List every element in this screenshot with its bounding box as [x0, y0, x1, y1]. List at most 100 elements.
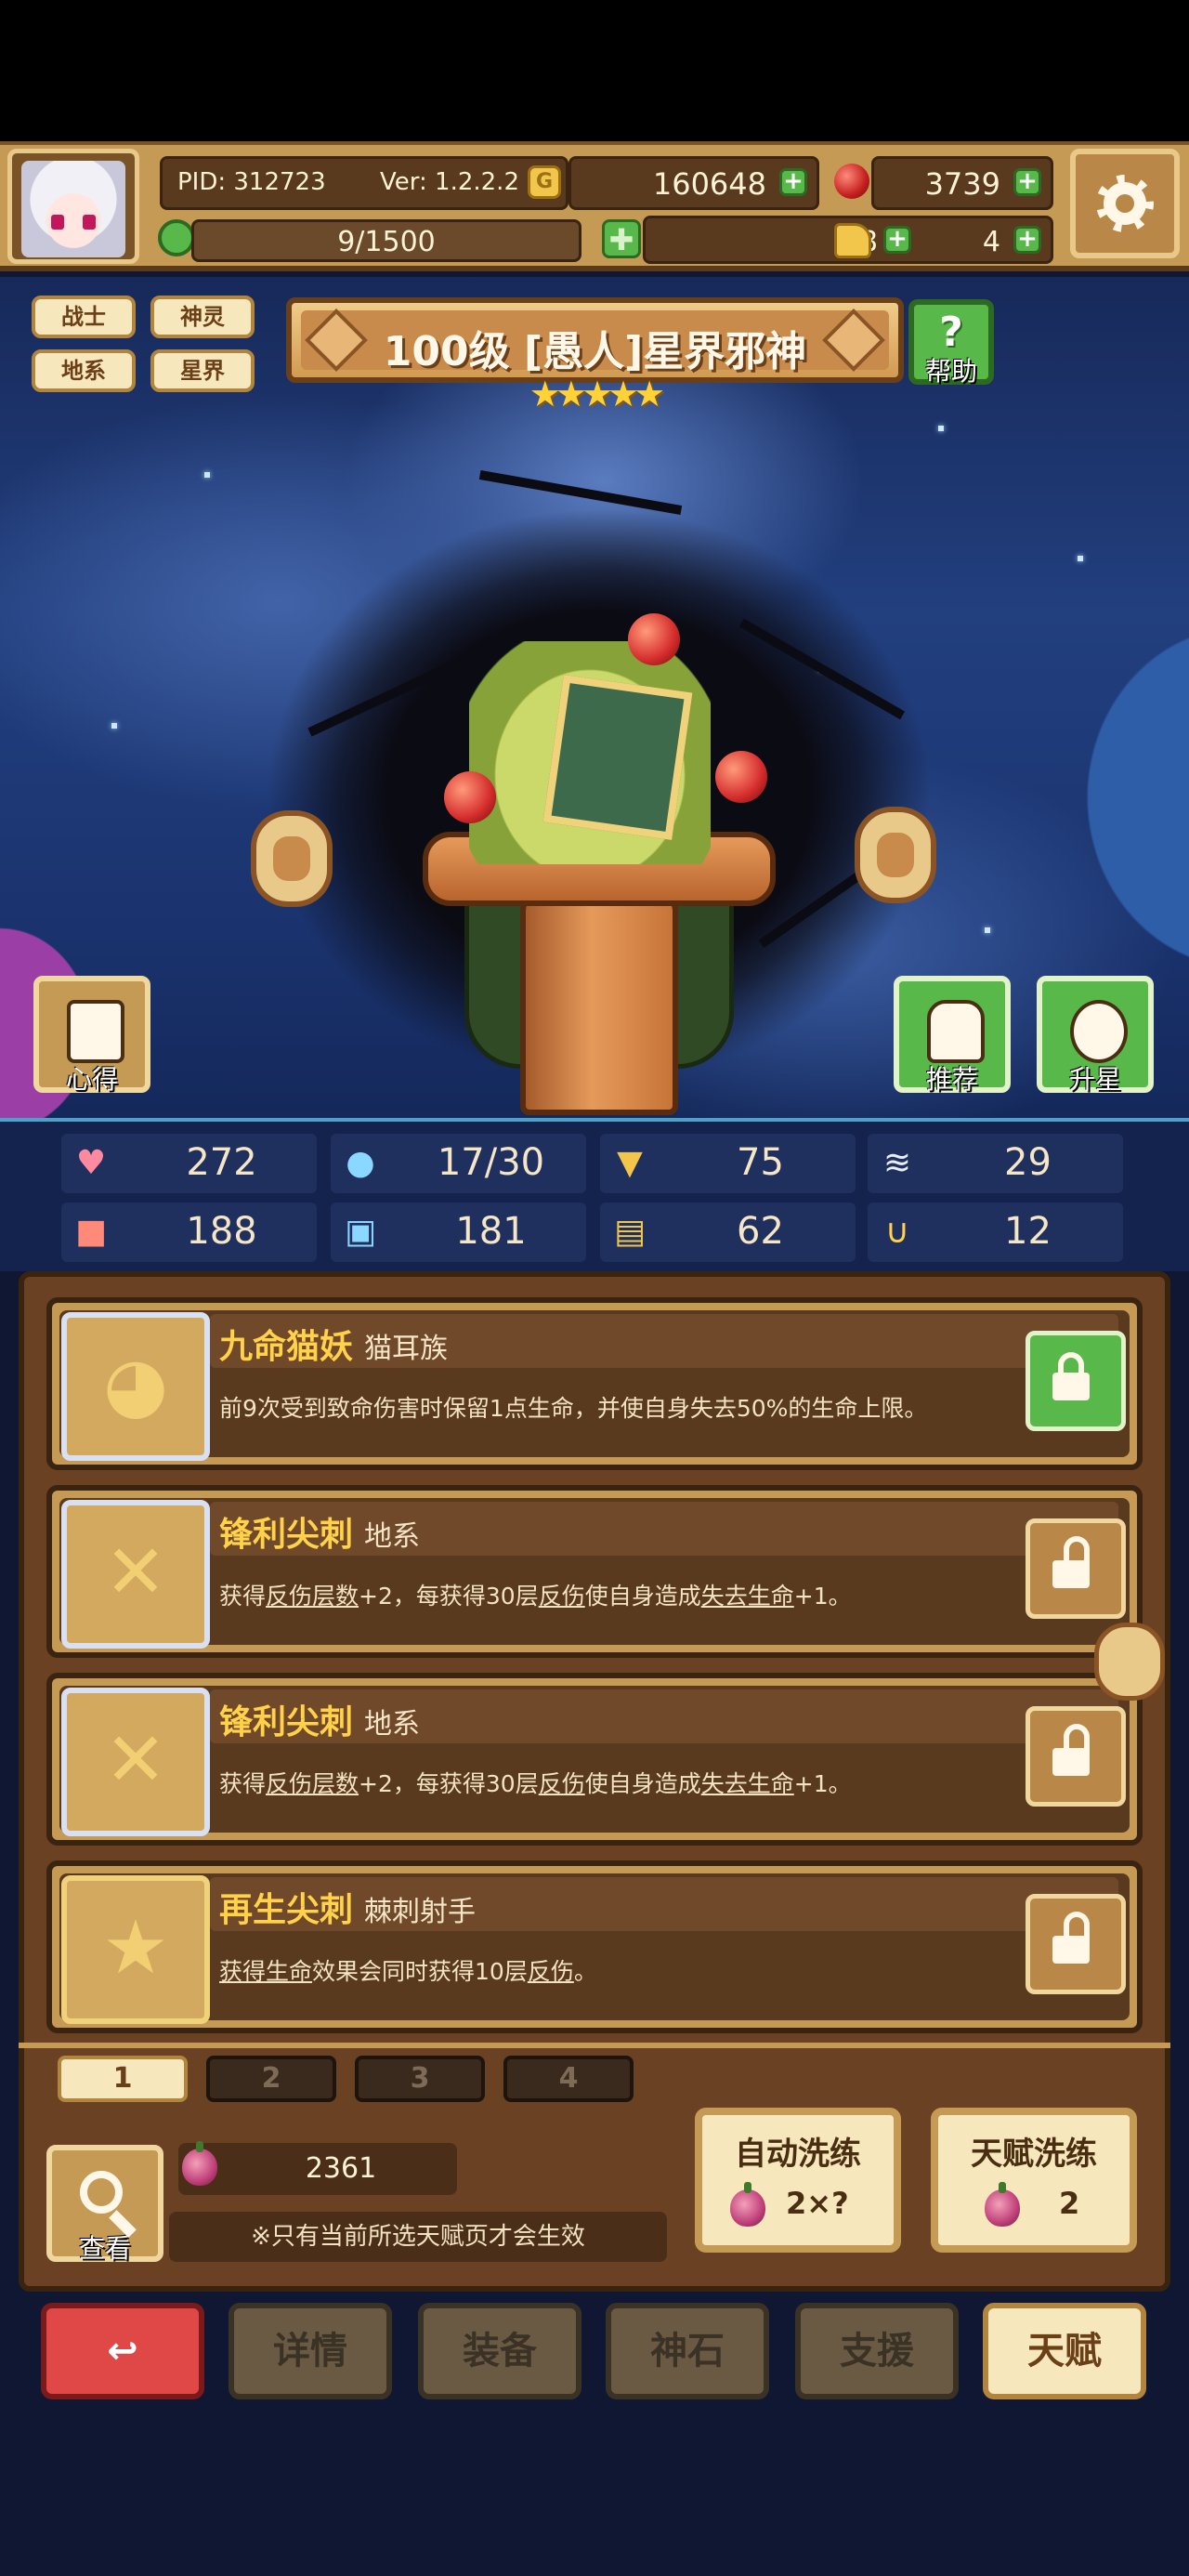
wing-icon: ≋	[882, 1144, 912, 1182]
fist-icon: ■	[74, 1213, 107, 1251]
notes-icon	[67, 1000, 124, 1063]
talent-name: 再生尖刺 棘刺射手	[219, 1883, 476, 1931]
talent-refine-button[interactable]: 天赋洗练 2	[931, 2108, 1137, 2253]
keyword-link[interactable]: 反伤层数	[266, 1770, 359, 1797]
lock-toggle-button[interactable]	[1026, 1706, 1126, 1807]
add-key-button[interactable]: +	[1013, 226, 1041, 254]
talent-refine-cost: 2	[1059, 2186, 1080, 2221]
talent-name-text: 锋利尖刺	[219, 1703, 354, 1741]
help-label: 帮助	[924, 356, 977, 387]
thumbs-up-icon	[927, 1000, 985, 1063]
fruit-count: 2361	[305, 2152, 377, 2185]
scroll-icon: ▤	[613, 1213, 646, 1251]
inspect-button[interactable]: 查看	[46, 2145, 163, 2264]
recommend-button[interactable]: 推荐	[894, 976, 1011, 1095]
sparkle	[111, 723, 117, 729]
previous-hero-button[interactable]	[251, 810, 333, 907]
gear-icon	[1096, 175, 1154, 232]
talent-card[interactable]: ✕ 锋利尖刺 地系 获得反伤层数+2，每获得30层反伤使自身造成失去生命+1。	[46, 1485, 1143, 1658]
sparkle	[938, 426, 944, 431]
tag-warrior: 战士	[32, 296, 136, 338]
talent-description: 获得反伤层数+2，每获得30层反伤使自身造成失去生命+1。	[219, 1766, 998, 1799]
red-gem-icon	[834, 164, 869, 199]
desc-part: 使自身造成	[584, 1583, 701, 1610]
tabs-divider	[19, 2043, 1170, 2048]
talent-card[interactable]: ★ 再生尖刺 棘刺射手 获得生命效果会同时获得10层反伤。	[46, 1860, 1143, 2033]
lock-toggle-button[interactable]	[1026, 1518, 1126, 1619]
stat-mana: ● 17/30	[331, 1134, 586, 1193]
mana-value: 17/30	[437, 1141, 545, 1184]
talent-page-tab-3[interactable]: 3	[355, 2056, 485, 2102]
boss-portrait-frame	[542, 675, 693, 840]
lock-body	[1052, 1560, 1090, 1588]
version-text: Ver: 1.2.2.2	[380, 168, 519, 196]
back-button[interactable]: ↩	[41, 2303, 204, 2399]
next-hero-button[interactable]	[855, 807, 936, 903]
talent-name-text: 九命猫妖	[219, 1328, 354, 1366]
hp-value: 272	[186, 1141, 257, 1184]
magnifier-icon	[80, 2171, 123, 2214]
fruit-count-panel: 2361	[178, 2141, 457, 2195]
add-clover-button[interactable]: +	[883, 226, 911, 254]
auto-refine-cost: 2×?	[786, 2186, 849, 2221]
keyword-link[interactable]: 失去生命	[701, 1770, 794, 1797]
talent-page-tab-2[interactable]: 2	[206, 2056, 336, 2102]
status-area	[0, 0, 1189, 141]
cat-glyph: ◕	[103, 1341, 168, 1427]
crack	[307, 657, 464, 737]
keyword-link[interactable]: 反伤	[528, 1958, 574, 1985]
avatar-face	[21, 161, 125, 257]
talent-page-tab-4[interactable]: 4	[503, 2056, 634, 2102]
nav-talent[interactable]: 天赋	[983, 2303, 1146, 2399]
sparkle	[204, 472, 210, 478]
nav-godstone[interactable]: 神石	[606, 2303, 769, 2399]
lock-toggle-button[interactable]	[1026, 1894, 1126, 1994]
xinde-button[interactable]: 心得	[33, 976, 150, 1095]
attack-value: 188	[186, 1210, 257, 1253]
spikes-glyph: ✕	[104, 1529, 167, 1615]
talent-name-text: 再生尖刺	[219, 1891, 354, 1929]
lock-body	[1052, 1936, 1090, 1964]
sparkle	[985, 927, 990, 933]
keyword-link[interactable]: 反伤	[539, 1770, 585, 1797]
add-gold-button[interactable]: +	[779, 168, 807, 196]
keyword-link[interactable]: 反伤层数	[266, 1583, 359, 1610]
spellbook-icon: ▣	[344, 1213, 376, 1251]
energy-value: 9/1500	[337, 226, 436, 258]
desc-part: 。	[573, 1958, 597, 1985]
auto-refine-button[interactable]: 自动洗练 2×?	[695, 2108, 901, 2253]
tag-astral: 星界	[150, 349, 255, 392]
talent-page-notice: ※只有当前所选天赋页才会生效	[169, 2212, 667, 2262]
talent-description: 获得反伤层数+2，每获得30层反伤使自身造成失去生命+1。	[219, 1578, 998, 1611]
hero-title: 100级 [愚人]星界邪神	[383, 328, 807, 375]
heart-icon: ♥	[75, 1144, 107, 1182]
stat-armor: ▼ 75	[600, 1134, 856, 1193]
nav-equipment[interactable]: 装备	[418, 2303, 581, 2399]
keyword-link[interactable]: 失去生命	[701, 1583, 794, 1610]
talent-card[interactable]: ✕ 锋利尖刺 地系 获得反伤层数+2，每获得30层反伤使自身造成失去生命+1。	[46, 1673, 1143, 1846]
nav-support[interactable]: 支援	[795, 2303, 959, 2399]
add-gem-button[interactable]: +	[1013, 168, 1041, 196]
upgrade-star-button[interactable]: 升星	[1037, 976, 1154, 1095]
luck-value: 12	[1004, 1210, 1052, 1253]
desc-part: +2，每获得30层	[359, 1770, 539, 1797]
upgrade-label: 升星	[1068, 1064, 1121, 1095]
talent-page-tab-1[interactable]: 1	[58, 2056, 188, 2102]
desc-part: 获得	[219, 1770, 267, 1797]
talent-refine-label: 天赋洗练	[971, 2136, 1097, 2173]
gold-panel: 160648 +	[568, 156, 819, 210]
magic-value: 181	[455, 1210, 527, 1253]
player-avatar[interactable]	[7, 149, 139, 264]
expand-arrow-button[interactable]	[1094, 1623, 1165, 1701]
talent-card[interactable]: ◕ 九命猫妖 猫耳族 前9次受到致命伤害时保留1点生命，并使自身失去50%的生命上…	[46, 1297, 1143, 1470]
keyword-link[interactable]: 获得生命	[219, 1958, 312, 1985]
lock-toggle-button[interactable]	[1026, 1331, 1126, 1431]
keyword-link[interactable]: 反伤	[539, 1583, 585, 1610]
desc-part: +1。	[793, 1770, 852, 1797]
stat-speed: ≋ 29	[868, 1134, 1123, 1193]
talent-header: 再生尖刺 棘刺射手	[210, 1877, 1118, 1931]
help-button[interactable]: ? 帮助	[908, 299, 994, 387]
settings-button[interactable]	[1070, 149, 1180, 258]
desc-part: 使自身造成	[584, 1770, 701, 1797]
nav-details[interactable]: 详情	[229, 2303, 392, 2399]
